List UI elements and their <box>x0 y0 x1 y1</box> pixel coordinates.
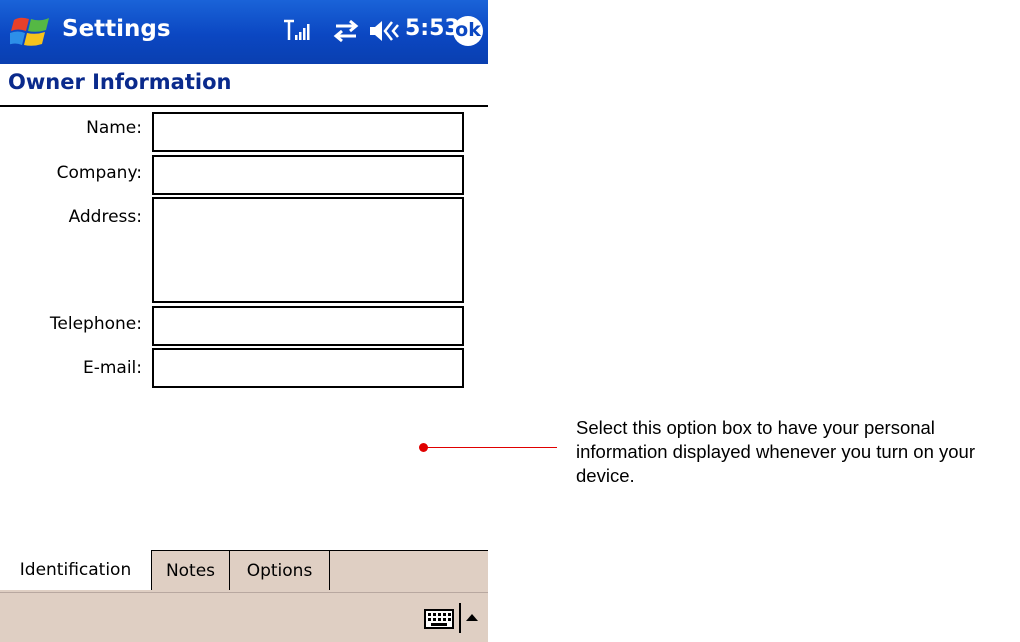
clock[interactable]: 5:53 <box>405 16 460 41</box>
name-label: Name: <box>86 118 142 138</box>
command-bar <box>0 592 488 642</box>
up-arrow-icon[interactable] <box>464 611 480 623</box>
heading-divider <box>0 105 488 107</box>
telephone-label: Telephone: <box>49 314 142 334</box>
sip-divider <box>459 603 461 633</box>
email-label: E-mail: <box>82 358 142 378</box>
telephone-field[interactable] <box>152 306 464 346</box>
signal-strength-icon[interactable] <box>283 18 313 44</box>
sync-arrows-icon[interactable] <box>330 18 362 44</box>
tab-notes[interactable]: Notes <box>152 550 230 590</box>
device-screen: Settings 5:53 ok Owner Information Name:… <box>0 0 488 642</box>
company-label: Company: <box>56 163 142 183</box>
callout-line <box>426 447 557 448</box>
email-field[interactable] <box>152 348 464 388</box>
tab-options[interactable]: Options <box>230 550 330 590</box>
company-field[interactable] <box>152 155 464 195</box>
tab-strip-border <box>330 550 488 551</box>
keyboard-icon[interactable] <box>424 609 454 629</box>
address-field[interactable] <box>152 197 464 303</box>
callout-text: Select this option box to have your pers… <box>576 417 976 486</box>
ok-button[interactable]: ok <box>453 16 483 46</box>
windows-flag-icon[interactable] <box>10 14 52 50</box>
tab-strip: Identification Notes Options <box>0 550 488 592</box>
tab-identification[interactable]: Identification <box>0 550 152 590</box>
title-bar: Settings 5:53 ok <box>0 0 488 64</box>
name-field[interactable] <box>152 112 464 152</box>
address-label: Address: <box>68 207 142 227</box>
page-title: Owner Information <box>8 70 232 94</box>
app-title: Settings <box>62 16 171 42</box>
volume-icon[interactable] <box>368 18 400 44</box>
